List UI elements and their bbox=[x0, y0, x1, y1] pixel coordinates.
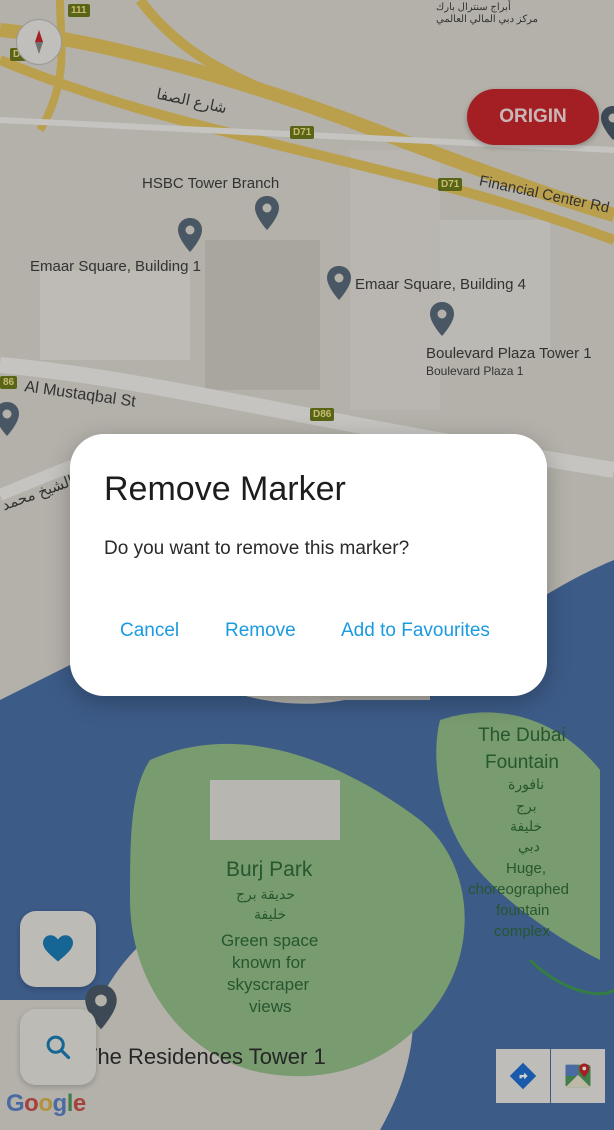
dialog-title: Remove Marker bbox=[104, 470, 346, 508]
cancel-button[interactable]: Cancel bbox=[120, 620, 179, 642]
remove-button[interactable]: Remove bbox=[225, 620, 296, 642]
dialog-message: Do you want to remove this marker? bbox=[104, 538, 410, 559]
add-to-favourites-button[interactable]: Add to Favourites bbox=[341, 620, 490, 642]
remove-marker-dialog: Remove Marker Do you want to remove this… bbox=[70, 434, 547, 696]
